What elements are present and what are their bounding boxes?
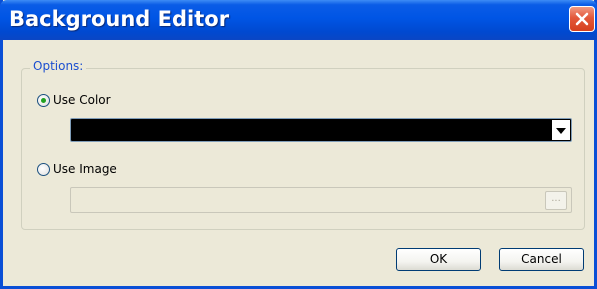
use-image-radio-option[interactable]: Use Image [37, 162, 117, 176]
use-image-radio[interactable] [37, 162, 50, 176]
image-path-field [70, 187, 572, 213]
use-color-radio[interactable] [37, 93, 50, 107]
use-image-label: Use Image [53, 162, 117, 176]
use-color-label: Use Color [53, 93, 111, 107]
title-bar[interactable]: Background Editor [0, 0, 597, 40]
window-title: Background Editor [9, 7, 230, 31]
cancel-button[interactable]: Cancel [499, 248, 584, 271]
ok-button[interactable]: OK [396, 248, 481, 271]
chevron-down-icon[interactable] [552, 120, 570, 140]
close-button[interactable] [569, 6, 595, 32]
color-dropdown[interactable] [70, 118, 572, 142]
use-color-radio-option[interactable]: Use Color [37, 93, 111, 107]
options-group-label: Options: [30, 59, 87, 73]
browse-image-button: ... [545, 191, 567, 210]
